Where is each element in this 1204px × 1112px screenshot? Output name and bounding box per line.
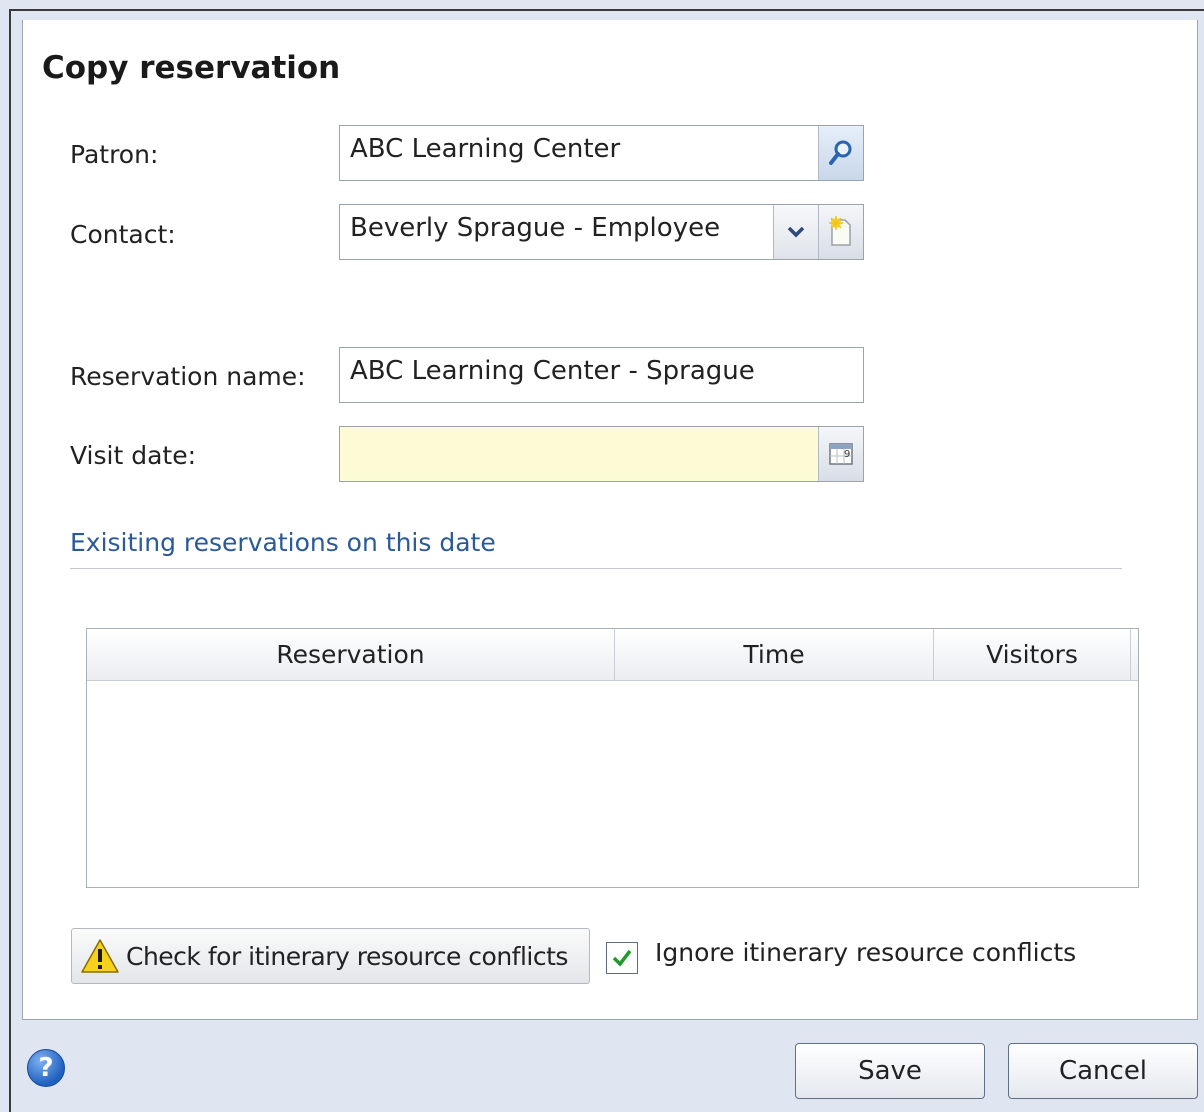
help-icon[interactable]: ? [27, 1049, 65, 1087]
contact-label: Contact: [70, 220, 176, 249]
visit-date-label: Visit date: [70, 441, 197, 470]
ignore-conflicts-label[interactable]: Ignore itinerary resource conflicts [655, 938, 1076, 967]
calendar-button[interactable]: 9 [818, 427, 863, 481]
save-button[interactable]: Save [795, 1043, 985, 1099]
check-conflicts-button[interactable]: Check for itinerary resource conflicts [71, 928, 590, 984]
patron-search-button[interactable] [818, 126, 863, 180]
reservation-name-input[interactable]: ABC Learning Center - Sprague [339, 347, 864, 403]
contact-dropdown-button[interactable] [773, 205, 818, 259]
reservation-name-label: Reservation name: [70, 362, 306, 391]
visit-date-input[interactable]: 9 [339, 426, 864, 482]
contact-value: Beverly Sprague - Employee [350, 213, 721, 243]
contact-select[interactable]: Beverly Sprague - Employee [339, 204, 864, 260]
new-contact-button[interactable] [818, 205, 863, 259]
cancel-button[interactable]: Cancel [1008, 1043, 1198, 1099]
existing-reservations-heading[interactable]: Exisiting reservations on this date [70, 528, 496, 557]
column-header-visitors[interactable]: Visitors [934, 629, 1131, 681]
column-header-reservation[interactable]: Reservation [87, 629, 615, 681]
calendar-icon: 9 [829, 443, 853, 465]
existing-reservations-grid: Reservation Time Visitors [86, 628, 1139, 888]
copy-reservation-dialog: Copy reservation Patron: ABC Learning Ce… [0, 0, 1204, 1112]
new-document-icon [829, 216, 851, 246]
patron-label: Patron: [70, 140, 159, 169]
dialog-border-left [9, 9, 11, 1112]
ignore-conflicts-checkbox[interactable] [606, 942, 638, 974]
chevron-down-icon [787, 226, 805, 238]
reservation-name-value: ABC Learning Center - Sprague [350, 356, 755, 386]
column-header-filler [1131, 629, 1138, 681]
grid-header: Reservation Time Visitors [87, 629, 1138, 681]
warning-icon [81, 939, 119, 973]
dialog-title: Copy reservation [42, 50, 341, 86]
section-divider [70, 568, 1122, 569]
svg-text:9: 9 [844, 449, 850, 460]
column-header-time[interactable]: Time [615, 629, 934, 681]
search-icon [829, 140, 852, 165]
checkmark-icon [612, 949, 632, 967]
patron-value: ABC Learning Center [350, 134, 621, 164]
check-conflicts-label: Check for itinerary resource conflicts [126, 941, 568, 971]
patron-field[interactable]: ABC Learning Center [339, 125, 864, 181]
dialog-border-top [10, 9, 1204, 11]
